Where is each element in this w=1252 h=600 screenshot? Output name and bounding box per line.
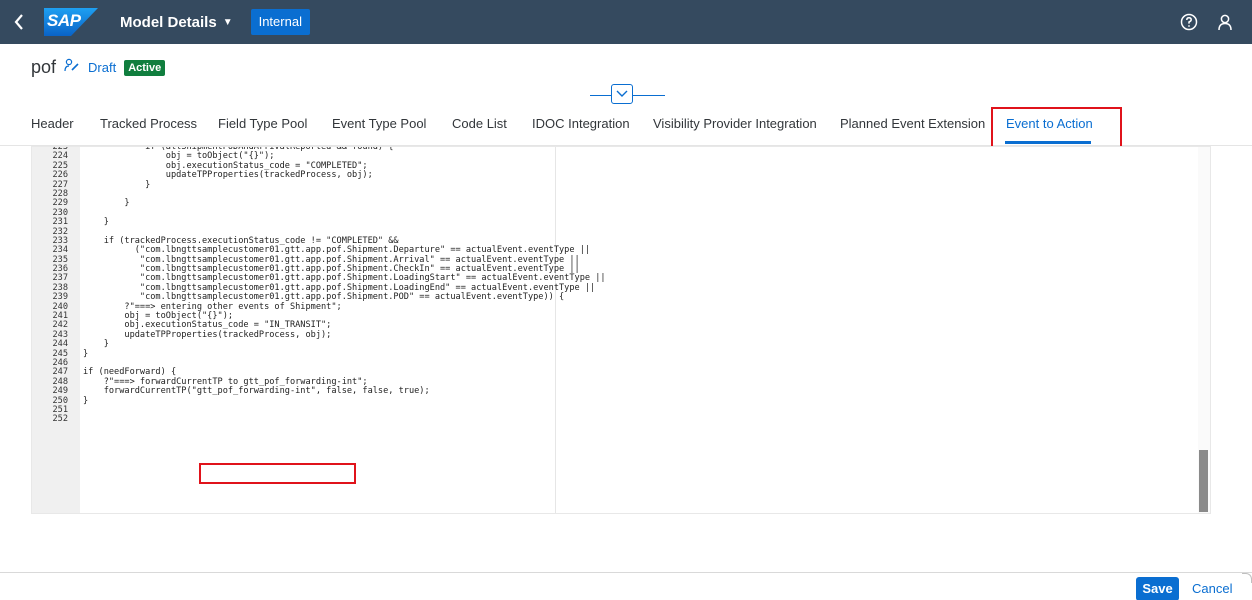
annotation-highlight-code: [199, 463, 356, 484]
status-badge: Active: [124, 59, 166, 76]
annotation-highlight-tab: [991, 107, 1122, 151]
tab-event-type-pool[interactable]: Event Type Pool: [332, 104, 426, 144]
print-margin: [555, 147, 556, 513]
collapse-header-button[interactable]: [611, 84, 633, 104]
vertical-scrollbar[interactable]: [1198, 147, 1210, 513]
tab-planned-event-extension[interactable]: Planned Event Extension: [840, 104, 985, 144]
chevron-down-icon: [616, 90, 628, 97]
user-icon: [1218, 14, 1232, 31]
sap-logo[interactable]: SAP: [44, 8, 98, 36]
save-button[interactable]: Save: [1136, 577, 1179, 600]
draft-link[interactable]: Draft: [88, 60, 116, 75]
logo-text: SAP: [47, 11, 81, 30]
cancel-button[interactable]: Cancel: [1192, 577, 1232, 600]
code-text: }: [83, 217, 109, 228]
code-text: }: [83, 198, 130, 209]
app-title-menu[interactable]: Model Details ▼: [120, 14, 233, 31]
tab-code-list[interactable]: Code List: [452, 104, 507, 144]
code-text: }: [83, 395, 89, 406]
help-button[interactable]: [1180, 13, 1198, 31]
footer-bar: [0, 572, 1252, 600]
tab-tracked-process[interactable]: Tracked Process: [100, 104, 197, 144]
code-text: }: [83, 348, 89, 359]
object-title: pof: [31, 57, 57, 77]
code-editor[interactable]: 223 if (allShipmentPODAndArrivalReported…: [31, 146, 1211, 514]
tab-visibility-provider-integration[interactable]: Visibility Provider Integration: [653, 104, 817, 144]
code-text: }: [83, 179, 151, 190]
caret-down-icon: ▼: [222, 16, 233, 28]
code-text: updateTPProperties(trackedProcess, obj);: [83, 329, 332, 340]
environment-badge: Internal: [250, 9, 310, 35]
tab-header[interactable]: Header: [31, 104, 74, 144]
app-title: Model Details: [120, 13, 217, 31]
tab-idoc-integration[interactable]: IDOC Integration: [532, 104, 630, 144]
scrollbar-thumb[interactable]: [1199, 450, 1208, 512]
help-icon: [1180, 13, 1198, 31]
footer-corner: [1242, 573, 1252, 583]
line-number: 252: [52, 414, 68, 425]
shell-bar: SAP Model Details ▼ Internal: [0, 0, 1252, 44]
code-text: forwardCurrentTP("gtt_pof_forwarding-int…: [83, 386, 430, 397]
draft-edit-icon[interactable]: [64, 58, 80, 77]
tab-field-type-pool[interactable]: Field Type Pool: [218, 104, 307, 144]
back-icon: [14, 14, 23, 30]
back-button[interactable]: [0, 0, 38, 44]
user-button[interactable]: [1216, 13, 1234, 31]
